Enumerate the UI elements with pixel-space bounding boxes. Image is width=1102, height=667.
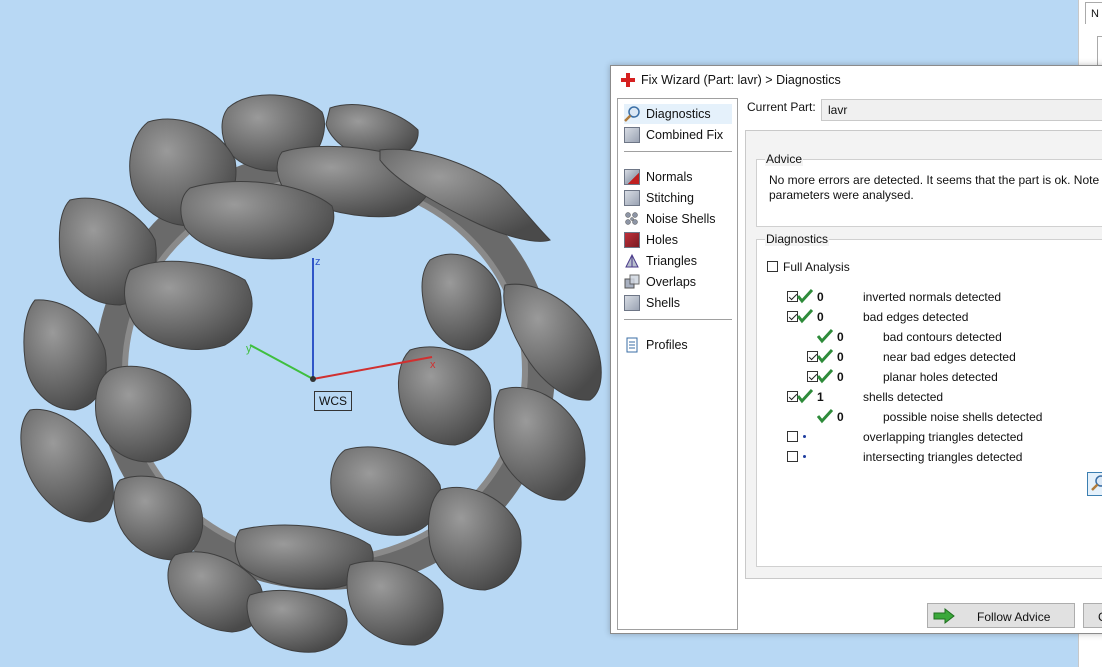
row-count: 0 <box>837 350 844 364</box>
row-checkbox[interactable] <box>787 431 798 442</box>
side-tab[interactable]: N <box>1085 2 1102 24</box>
diagnostics-panel: Advice No more errors are detected. It s… <box>745 130 1102 579</box>
nav-item-profiles[interactable]: Profiles <box>624 335 732 355</box>
follow-advice-label: Follow Advice <box>977 610 1051 624</box>
cube-icon <box>624 127 640 143</box>
nav-divider <box>624 319 732 320</box>
row-label: planar holes detected <box>883 370 998 384</box>
nav-item-normals[interactable]: Normals <box>624 167 732 187</box>
advice-line: parameters were analysed. <box>769 188 914 202</box>
follow-advice-button[interactable]: Follow Advice <box>927 603 1075 628</box>
check-mark-icon <box>817 328 833 344</box>
row-count: 1 <box>817 390 824 404</box>
nav-label: Stitching <box>646 191 694 205</box>
wcs-label: WCS <box>314 391 352 411</box>
check-mark-icon <box>817 348 833 364</box>
side-field[interactable] <box>1097 36 1102 68</box>
row-label: shells detected <box>863 390 944 404</box>
full-analysis-label: Full Analysis <box>783 260 850 274</box>
green-arrow-icon <box>933 608 955 624</box>
nav-label: Overlaps <box>646 275 697 289</box>
nav-item-triangles[interactable]: Triangles <box>624 251 732 271</box>
magnifier-icon <box>624 106 640 122</box>
advice-title: Advice <box>765 152 804 166</box>
holes-icon <box>624 232 640 248</box>
nav-label: Diagnostics <box>646 107 711 121</box>
nav-label: Profiles <box>646 338 688 352</box>
x-axis-label: x <box>430 359 436 371</box>
overlaps-icon <box>624 274 640 290</box>
row-count: 0 <box>817 310 824 324</box>
current-part-field[interactable]: lavr <box>821 99 1102 121</box>
normals-icon <box>624 169 640 185</box>
row-count: 0 <box>837 410 844 424</box>
row-label: inverted normals detected <box>863 290 1002 304</box>
diagnostics-title: Diagnostics <box>765 232 830 246</box>
row-label: bad contours detected <box>883 330 1002 344</box>
y-axis-line <box>249 344 314 380</box>
nav-item-shells[interactable]: Shells <box>624 293 732 313</box>
check-mark-icon <box>797 288 813 304</box>
check-mark-icon <box>817 408 833 424</box>
z-axis-label: z <box>315 256 321 268</box>
triangles-icon <box>624 253 640 269</box>
nav-item-diagnostics[interactable]: Diagnostics <box>624 104 732 124</box>
title-bar[interactable]: Fix Wizard (Part: lavr) > Diagnostics <box>611 66 1102 94</box>
dialog-title: Fix Wizard (Part: lavr) > Diagnostics <box>641 73 841 87</box>
nav-label: Noise Shells <box>646 212 716 226</box>
check-mark-icon <box>797 388 813 404</box>
y-axis-label: y <box>246 343 252 355</box>
row-label: bad edges detected <box>863 310 969 324</box>
full-analysis-checkbox[interactable] <box>767 261 778 272</box>
nav-divider <box>624 151 732 152</box>
row-count: 0 <box>817 290 824 304</box>
magnifier-icon <box>1091 475 1102 491</box>
stitching-icon <box>624 190 640 206</box>
row-count: 0 <box>837 370 844 384</box>
nav-label: Holes <box>646 233 678 247</box>
row-count: 0 <box>837 330 844 344</box>
fix-wizard-dialog: Fix Wizard (Part: lavr) > Diagnostics Di… <box>610 65 1102 634</box>
diagnostics-group: Diagnostics Full Analysis 0 inverted norm… <box>756 232 1102 567</box>
row-checkbox[interactable] <box>787 451 798 462</box>
nav-item-stitching[interactable]: Stitching <box>624 188 732 208</box>
row-label: possible noise shells detected <box>883 410 1043 424</box>
noise-shells-icon <box>624 211 640 227</box>
analyze-button[interactable] <box>1087 472 1102 496</box>
check-mark-icon <box>797 308 813 324</box>
nav-label: Normals <box>646 170 693 184</box>
shells-icon <box>624 295 640 311</box>
nav-label: Shells <box>646 296 681 310</box>
row-label: intersecting triangles detected <box>863 450 1023 464</box>
current-part-label: Current Part: <box>747 100 816 114</box>
row-label: overlapping triangles detected <box>863 430 1024 444</box>
nav-item-combined-fix[interactable]: Combined Fix <box>624 125 732 145</box>
advice-text: No more errors are detected. It seems th… <box>769 173 1102 203</box>
other-button[interactable]: C <box>1083 603 1102 628</box>
nav-item-noise-shells[interactable]: Noise Shells <box>624 209 732 229</box>
advice-group: Advice No more errors are detected. It s… <box>756 152 1102 227</box>
nav-item-holes[interactable]: Holes <box>624 230 732 250</box>
nav-label: Combined Fix <box>646 128 724 142</box>
document-icon <box>624 337 640 353</box>
check-mark-icon <box>817 368 833 384</box>
nav-label: Triangles <box>646 254 697 268</box>
status-dot-icon <box>803 455 806 458</box>
nav-item-overlaps[interactable]: Overlaps <box>624 272 732 292</box>
wizard-nav: Diagnostics Combined Fix Normals Stitchi… <box>617 98 738 630</box>
red-cross-icon <box>621 73 635 87</box>
advice-line: No more errors are detected. It seems th… <box>769 173 1102 187</box>
status-dot-icon <box>803 435 806 438</box>
row-label: near bad edges detected <box>883 350 1016 364</box>
